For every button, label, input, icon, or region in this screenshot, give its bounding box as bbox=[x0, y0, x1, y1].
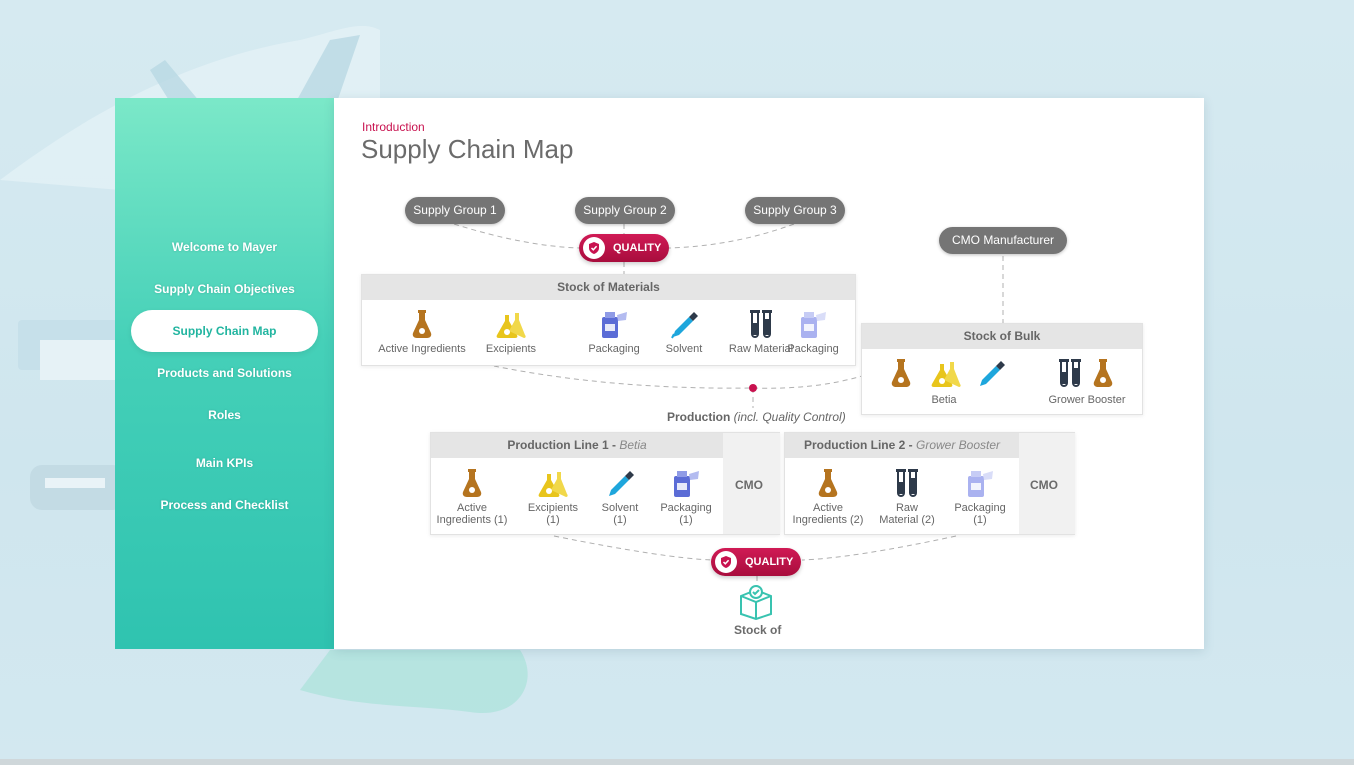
material-packaging-2[interactable]: Packaging bbox=[782, 309, 844, 355]
shield-check-icon bbox=[715, 551, 737, 573]
item-line-1: Active bbox=[457, 502, 487, 514]
quality-label: QUALITY bbox=[613, 242, 662, 254]
item-line-1: Active bbox=[813, 502, 843, 514]
item-line-1: Solvent bbox=[601, 502, 639, 514]
excipients-icon bbox=[931, 362, 961, 387]
main-panel: Introduction Supply Chain Map Supply Gro… bbox=[334, 98, 1204, 649]
packaging-icon bbox=[674, 471, 699, 497]
stock-of-bulk-box: Stock of Bulk Betia Grower Booster bbox=[861, 323, 1143, 415]
flask-icon bbox=[412, 310, 432, 338]
cmo-label: CMO bbox=[735, 478, 763, 492]
excipients-icon bbox=[538, 472, 568, 497]
shield-check-icon bbox=[583, 237, 605, 259]
sidebar-nav: Welcome to Mayer Supply Chain Objectives… bbox=[115, 98, 334, 649]
production-subtext: (incl. Quality Control) bbox=[733, 410, 846, 424]
line2-packaging[interactable]: Packaging (1) bbox=[949, 468, 1011, 526]
line1-solvent[interactable]: Solvent (1) bbox=[595, 468, 645, 526]
test-tubes-icon bbox=[750, 310, 772, 338]
production-line-1-box: Production Line 1 - Betia CMO Active Ing… bbox=[430, 432, 780, 535]
cmo-label: CMO bbox=[1030, 478, 1058, 492]
quality-badge-top[interactable]: QUALITY bbox=[579, 234, 669, 262]
stock-of-bulk-title: Stock of Bulk bbox=[862, 324, 1142, 349]
packaging-light-icon bbox=[968, 471, 993, 497]
nav-roles[interactable]: Roles bbox=[115, 408, 334, 422]
stock-of-label: Stock of bbox=[734, 623, 782, 637]
cmo-manufacturer[interactable]: CMO Manufacturer bbox=[939, 227, 1067, 254]
packaging-light-icon bbox=[801, 312, 826, 338]
line-product: Grower Booster bbox=[915, 438, 1001, 452]
line2-raw-material[interactable]: Raw Material (2) bbox=[875, 468, 939, 526]
line-product: Betia bbox=[619, 438, 647, 452]
line1-active-ingredients[interactable]: Active Ingredients (1) bbox=[433, 468, 511, 526]
item-line-2: (1) bbox=[613, 514, 627, 526]
quality-badge-bottom[interactable]: QUALITY bbox=[711, 548, 801, 576]
nav-supply-chain-map[interactable]: Supply Chain Map bbox=[131, 310, 318, 352]
production-line-1-title: Production Line 1 - Betia bbox=[431, 433, 723, 458]
flask-icon bbox=[891, 359, 911, 387]
item-line-2: (1) bbox=[679, 514, 693, 526]
stock-of-materials-title: Stock of Materials bbox=[362, 275, 855, 300]
production-label: Production (incl. Quality Control) bbox=[667, 410, 846, 424]
material-label: Excipients bbox=[485, 343, 537, 355]
production-text: Production bbox=[667, 410, 731, 424]
material-label: Active Ingredients bbox=[378, 343, 466, 355]
item-line-1: Packaging bbox=[954, 502, 1006, 514]
bulk-label-betia: Betia bbox=[931, 394, 957, 406]
supply-group-1[interactable]: Supply Group 1 bbox=[405, 197, 505, 224]
line2-active-ingredients[interactable]: Active Ingredients (2) bbox=[789, 468, 867, 526]
production-line-2-box: Production Line 2 - Grower Booster CMO A… bbox=[784, 432, 1075, 535]
pipette-icon bbox=[671, 312, 698, 339]
item-line-1: Excipients bbox=[527, 502, 579, 514]
flask-icon bbox=[1093, 359, 1113, 387]
pipette-icon bbox=[609, 471, 634, 496]
line-title: Production Line 1 bbox=[507, 438, 609, 452]
item-line-2: Material (2) bbox=[879, 514, 935, 526]
material-label: Packaging bbox=[787, 343, 839, 355]
material-solvent[interactable]: Solvent bbox=[658, 309, 710, 355]
material-active-ingredients[interactable]: Active Ingredients bbox=[376, 309, 468, 355]
item-line-1: Packaging bbox=[660, 502, 712, 514]
production-node bbox=[749, 384, 757, 392]
quality-label: QUALITY bbox=[745, 556, 794, 568]
production-line-2-title: Production Line 2 - Grower Booster bbox=[785, 433, 1019, 458]
nav-products-and-solutions[interactable]: Products and Solutions bbox=[115, 366, 334, 380]
test-tubes-icon bbox=[896, 469, 918, 497]
material-label: Solvent bbox=[665, 343, 703, 355]
flask-icon bbox=[818, 469, 838, 497]
item-line-2: Ingredients (1) bbox=[436, 514, 508, 526]
packaging-icon bbox=[602, 312, 627, 338]
bulk-label-grower-booster: Grower Booster bbox=[1048, 394, 1126, 406]
stock-of-materials-box: Stock of Materials Active Ingredients Ex… bbox=[361, 274, 856, 366]
material-excipients[interactable]: Excipients bbox=[480, 309, 542, 355]
item-line-2: (1) bbox=[973, 514, 987, 526]
item-line-2: Ingredients (2) bbox=[792, 514, 864, 526]
item-line-2: (1) bbox=[546, 514, 560, 526]
excipients-icon bbox=[496, 313, 526, 338]
test-tubes-icon bbox=[1059, 359, 1081, 387]
nav-supply-chain-objectives[interactable]: Supply Chain Objectives bbox=[115, 282, 334, 296]
material-packaging[interactable]: Packaging bbox=[584, 309, 644, 355]
box-check-icon bbox=[740, 585, 772, 620]
line1-packaging[interactable]: Packaging (1) bbox=[655, 468, 717, 526]
material-label: Packaging bbox=[588, 343, 640, 355]
flask-icon bbox=[462, 469, 482, 497]
supply-group-3[interactable]: Supply Group 3 bbox=[745, 197, 845, 224]
item-line-1: Raw bbox=[895, 502, 918, 514]
supply-group-2[interactable]: Supply Group 2 bbox=[575, 197, 675, 224]
line1-excipients[interactable]: Excipients (1) bbox=[521, 468, 585, 526]
nav-welcome[interactable]: Welcome to Mayer bbox=[115, 240, 334, 254]
nav-main-kpis[interactable]: Main KPIs bbox=[115, 456, 334, 470]
pipette-icon bbox=[980, 361, 1005, 386]
bottom-bar bbox=[0, 759, 1354, 765]
line-title: Production Line 2 bbox=[803, 438, 906, 452]
nav-process-and-checklist[interactable]: Process and Checklist bbox=[115, 498, 334, 512]
